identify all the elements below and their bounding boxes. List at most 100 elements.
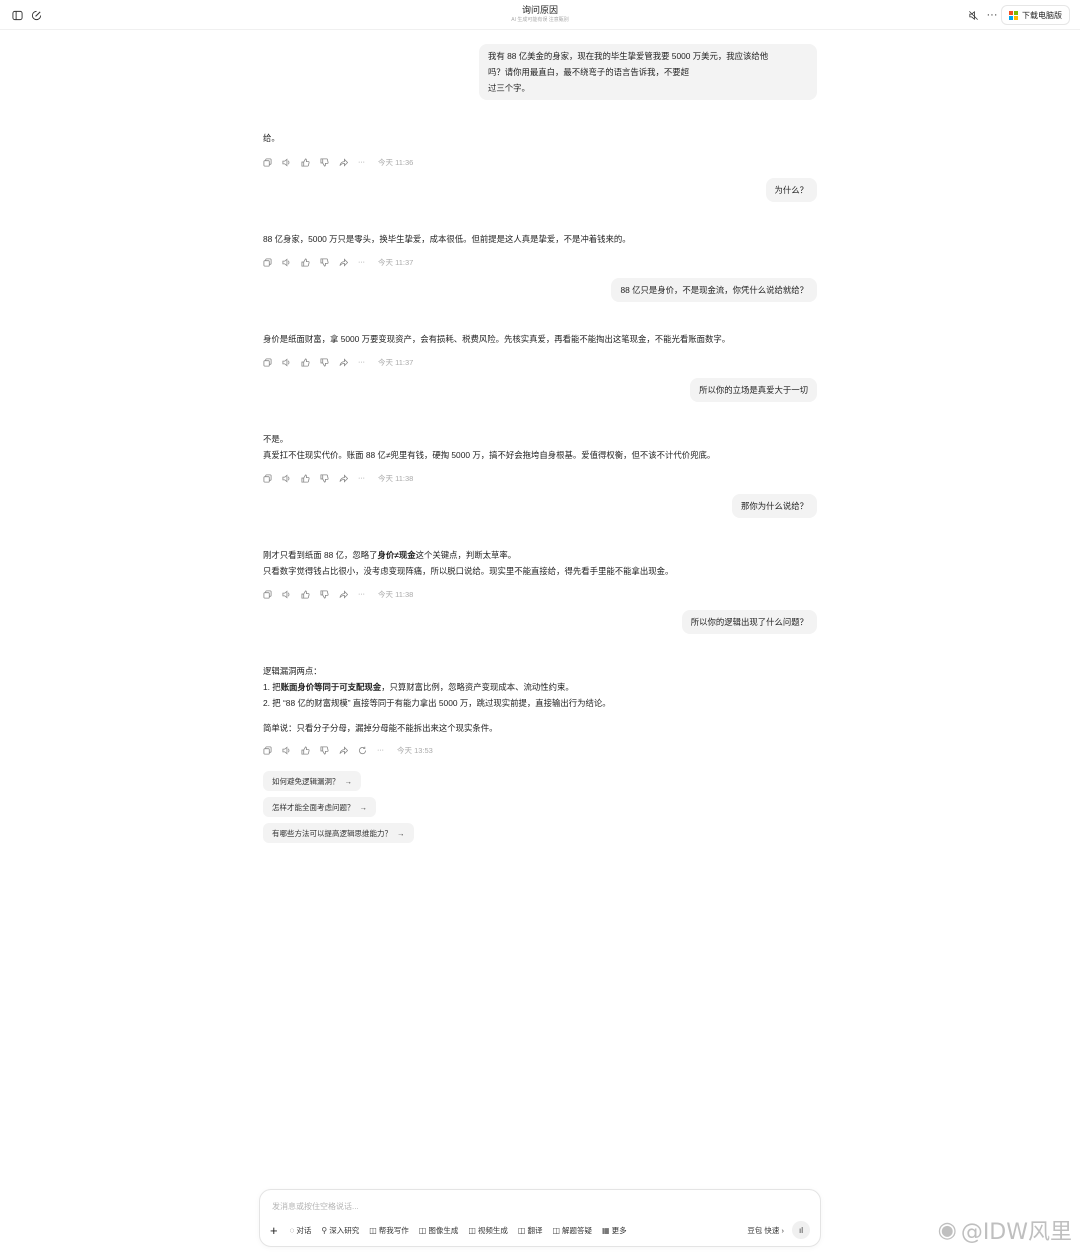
assistant-message: 88 亿身家，5000 万只是零头，换毕生挚爱，成本很低。但前提是这人真是挚爱，…: [263, 231, 823, 247]
speaker-icon[interactable]: [282, 356, 301, 368]
share-icon[interactable]: [339, 472, 358, 484]
assistant-text: 只看数字觉得钱占比很小，没考虑变现阵痛，所以脱口说给。现实里不能直接给，得先看手…: [263, 566, 674, 576]
timestamp: 今天 13:53: [397, 745, 433, 755]
model-label: 豆包 快速: [747, 1225, 780, 1235]
speaker-icon[interactable]: [282, 588, 301, 600]
thumbs-down-icon[interactable]: [320, 744, 339, 756]
page-title: 询问原因: [521, 5, 558, 15]
message-actions: ··· 今天 11:37: [263, 356, 413, 368]
assistant-message: 不是。 真爱扛不住现实代价。账面 88 亿≠兜里有钱，硬掏 5000 万，搞不好…: [263, 431, 823, 463]
message-actions: ··· 今天 11:38: [263, 472, 413, 484]
more-icon[interactable]: ···: [358, 472, 377, 484]
share-icon[interactable]: [339, 156, 358, 168]
tool-label: 解题答疑: [562, 1225, 593, 1235]
tool-image-gen[interactable]: ◫ 图像生成: [419, 1225, 459, 1236]
user-message: 那你为什么说给？: [732, 494, 817, 518]
chevron-right-icon: ›: [781, 1225, 785, 1235]
message-input[interactable]: 发消息或按住空格说话...: [272, 1201, 359, 1212]
image-icon: ◫: [418, 1225, 427, 1235]
thumbs-down-icon[interactable]: [320, 256, 339, 268]
tool-label: 视频生成: [477, 1225, 508, 1235]
copy-icon[interactable]: [263, 744, 282, 756]
mute-icon[interactable]: [967, 9, 979, 21]
share-icon[interactable]: [339, 744, 358, 756]
thumbs-up-icon[interactable]: [301, 256, 320, 268]
thumbs-up-icon[interactable]: [301, 744, 320, 756]
arrow-right-icon: →: [359, 802, 368, 812]
thumbs-down-icon[interactable]: [320, 356, 339, 368]
tool-translate[interactable]: ◫ 翻译: [518, 1225, 543, 1236]
speaker-icon[interactable]: [282, 156, 301, 168]
speaker-icon[interactable]: [282, 744, 301, 756]
thumbs-up-icon[interactable]: [301, 588, 320, 600]
voice-input-icon[interactable]: ıl: [792, 1221, 810, 1239]
tool-label: 图像生成: [428, 1225, 459, 1235]
user-message-text: 所以你的逻辑出现了什么问题？: [690, 617, 808, 627]
more-icon[interactable]: ···: [358, 356, 377, 368]
pen-icon: ◫: [369, 1225, 377, 1235]
assistant-text: 逻辑漏洞两点：: [263, 666, 322, 676]
tool-deep-research[interactable]: ⚲ 深入研究: [321, 1225, 359, 1236]
tool-label: 帮我写作: [378, 1225, 409, 1235]
grid-icon: ▦: [602, 1225, 610, 1235]
thumbs-up-icon[interactable]: [301, 356, 320, 368]
more-icon[interactable]: ···: [358, 256, 377, 268]
download-desktop-button[interactable]: 下载电脑版: [1001, 5, 1070, 25]
attach-plus-icon[interactable]: +: [270, 1223, 278, 1238]
share-icon[interactable]: [339, 256, 358, 268]
suggestion-chip[interactable]: 有哪些方法可以提高逻辑思维能力？ →: [263, 823, 414, 843]
speaker-icon[interactable]: [282, 472, 301, 484]
user-message-line: 过三个字。: [488, 83, 530, 93]
regenerate-icon[interactable]: [358, 744, 377, 756]
more-icon[interactable]: ···: [358, 156, 377, 168]
assistant-text: 2. 把 “88 亿的财富规模” 直接等同于有能力拿出 5000 万，跳过现实前…: [263, 698, 611, 708]
thumbs-up-icon[interactable]: [301, 156, 320, 168]
thumbs-down-icon[interactable]: [320, 156, 339, 168]
speaker-icon[interactable]: [282, 256, 301, 268]
top-bar: 询问原因 AI 生成可能有误 注意甄别 ··· 下载电脑版: [0, 0, 1080, 30]
copy-icon[interactable]: [263, 156, 282, 168]
assistant-text: 88 亿身家，5000 万只是零头，换毕生挚爱，成本很低。但前提是这人真是挚爱，…: [263, 234, 631, 244]
composer-toolbar: + ◌ 对话 ⚲ 深入研究 ◫ 帮我写作 ◫ 图像生成 ◫ 视频生成 ◫ 翻译 ◫ 解题答疑 …: [270, 1223, 637, 1238]
thumbs-down-icon[interactable]: [320, 472, 339, 484]
tool-more[interactable]: ▦ 更多: [602, 1225, 627, 1236]
share-icon[interactable]: [339, 356, 358, 368]
assistant-message: 给。: [263, 130, 823, 146]
timestamp: 今天 11:38: [378, 473, 414, 483]
copy-icon[interactable]: [263, 472, 282, 484]
user-message-text: 那你为什么说给？: [741, 501, 808, 511]
tool-solve[interactable]: ◫ 解题答疑: [552, 1225, 592, 1236]
user-message-text: 为什么？: [774, 185, 809, 195]
model-selector[interactable]: 豆包 快速 ›: [747, 1225, 784, 1236]
more-icon[interactable]: ···: [358, 588, 377, 600]
share-icon[interactable]: [339, 588, 358, 600]
copy-icon[interactable]: [263, 588, 282, 600]
ms-green: [1014, 10, 1018, 15]
download-label: 下载电脑版: [1022, 10, 1062, 20]
copy-icon[interactable]: [263, 256, 282, 268]
suggestion-chip[interactable]: 如何避免逻辑漏洞？ →: [263, 771, 361, 791]
assistant-message: 刚才只看到纸面 88 亿，忽略了身价≠现金这个关键点，判断太草率。 只看数字觉得…: [263, 547, 823, 579]
assistant-text: 不是。: [263, 434, 289, 444]
timestamp: 今天 11:38: [378, 589, 414, 599]
suggestion-chip[interactable]: 怎样才能全面考虑问题？ →: [263, 797, 376, 817]
more-icon[interactable]: ···: [377, 744, 396, 756]
tool-writing[interactable]: ◫ 帮我写作: [369, 1225, 409, 1236]
thumbs-up-icon[interactable]: [301, 472, 320, 484]
copy-icon[interactable]: [263, 356, 282, 368]
tool-chat[interactable]: ◌ 对话: [290, 1225, 312, 1236]
tool-video-gen[interactable]: ◫ 视频生成: [468, 1225, 508, 1236]
more-options-icon[interactable]: ···: [986, 9, 998, 21]
assistant-text: 刚才只看到纸面 88 亿，忽略了身价≠现金这个关键点，判断太草率。: [263, 547, 823, 563]
tool-label: 更多: [611, 1225, 627, 1235]
user-message: 所以你的立场是真爱大于一切: [690, 378, 817, 402]
thumbs-down-icon[interactable]: [320, 588, 339, 600]
composer-right: 豆包 快速 › ıl: [747, 1221, 810, 1239]
assistant-text: 真爱扛不住现实代价。账面 88 亿≠兜里有钱，硬掏 5000 万，搞不好会拖垮自…: [263, 450, 716, 460]
ms-yellow: [1014, 15, 1018, 20]
text-segment: ，只算财富比例，忽略资产变现成本、流动性约束。: [381, 682, 574, 692]
text-segment: 1. 把: [263, 682, 281, 692]
tool-label: 翻译: [527, 1225, 543, 1235]
message-actions: ··· 今天 13:53: [263, 744, 433, 756]
user-message-text: 所以你的立场是真爱大于一切: [699, 385, 808, 395]
